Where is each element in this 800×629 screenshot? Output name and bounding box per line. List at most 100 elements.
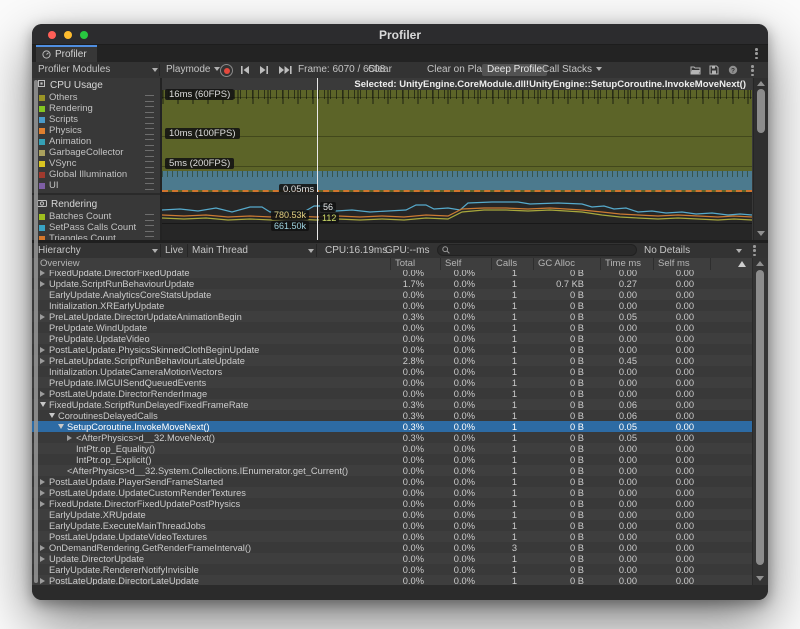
scroll-down-icon[interactable] [757, 231, 765, 236]
legend-item-batches-count[interactable]: Batches Count [32, 211, 160, 222]
deep-profile-toggle[interactable]: Deep Profile [482, 64, 547, 76]
playmode-dropdown[interactable]: Playmode [166, 64, 220, 76]
rendering-chart[interactable]: 56 112 780.53k 661.50k [162, 195, 752, 240]
expand-icon[interactable] [40, 314, 45, 320]
drag-handle-icon[interactable] [145, 117, 154, 124]
current-frame-button[interactable] [278, 65, 292, 75]
live-toggle[interactable]: Live [165, 244, 183, 257]
drag-handle-icon[interactable] [145, 161, 154, 168]
table-row[interactable]: PostLateUpdate.DirectorRenderImage0.0%0.… [32, 388, 752, 399]
scroll-up-icon[interactable] [757, 81, 765, 86]
expand-icon[interactable] [40, 490, 45, 496]
drag-handle-icon[interactable] [145, 214, 154, 221]
collapse-icon[interactable] [58, 424, 64, 429]
legend-item-triangles-count[interactable]: Triangles Count [32, 233, 160, 240]
expand-icon[interactable] [40, 556, 45, 562]
record-button[interactable] [220, 64, 233, 77]
title-bar[interactable]: Profiler [32, 24, 768, 45]
load-profile-button[interactable] [690, 65, 702, 75]
expand-icon[interactable] [40, 281, 45, 287]
expand-icon[interactable] [40, 479, 45, 485]
table-row[interactable]: SetupCoroutine.InvokeMoveNext()0.3%0.0%1… [32, 421, 752, 432]
table-row[interactable]: PreLateUpdate.ScriptRunBehaviourLateUpda… [32, 355, 752, 366]
table-row[interactable]: IntPtr.op_Equality()0.0%0.0%10 B0.000.00 [32, 443, 752, 454]
expand-icon[interactable] [40, 545, 45, 551]
clear-on-play-button[interactable]: Clear on Play [427, 64, 487, 76]
collapse-icon[interactable] [40, 402, 46, 407]
drag-handle-icon[interactable] [145, 128, 154, 135]
table-row[interactable]: EarlyUpdate.ExecuteMainThreadJobs0.0%0.0… [32, 520, 752, 531]
frame-cursor-line[interactable] [317, 195, 318, 240]
legend-item-global-illumination[interactable]: Global Illumination [32, 169, 160, 180]
table-row[interactable]: <AfterPhysics>d__32.System.Collections.I… [32, 465, 752, 476]
table-row[interactable]: PreUpdate.IMGUISendQueuedEvents0.0%0.0%1… [32, 377, 752, 388]
legend-item-animation[interactable]: Animation [32, 136, 160, 147]
table-row[interactable]: <AfterPhysics>d__32.MoveNext()0.3%0.0%10… [32, 432, 752, 443]
prev-frame-button[interactable] [240, 65, 250, 75]
expand-icon[interactable] [40, 358, 45, 364]
table-row[interactable]: PostLateUpdate.UpdateVideoTextures0.0%0.… [32, 531, 752, 542]
frame-cursor-line[interactable] [317, 78, 318, 192]
clear-button[interactable]: Clear [368, 64, 392, 76]
scroll-down-icon[interactable] [756, 576, 764, 581]
legend-item-garbagecollector[interactable]: GarbageCollector [32, 147, 160, 158]
drag-handle-icon[interactable] [145, 106, 154, 113]
save-profile-button[interactable] [709, 65, 719, 75]
tab-bar-menu-icon[interactable] [755, 48, 758, 59]
scrollbar-thumb[interactable] [756, 270, 764, 565]
column-calls[interactable]: Calls [491, 258, 533, 270]
table-row[interactable]: PostLateUpdate.PhysicsSkinnedClothBeginU… [32, 344, 752, 355]
table-row[interactable]: Update.ScriptRunBehaviourUpdate1.7%0.0%1… [32, 278, 752, 289]
toolbar-menu-icon[interactable] [751, 65, 754, 76]
cpu-usage-chart[interactable]: 16ms (60FPS) 10ms (100FPS) 5ms (200FPS) … [162, 78, 752, 192]
help-button[interactable]: ? [728, 65, 738, 75]
table-row[interactable]: PostLateUpdate.UpdateCustomRenderTexture… [32, 487, 752, 498]
details-dropdown[interactable]: No Details [644, 244, 690, 257]
table-row[interactable]: PostLateUpdate.PlayerSendFrameStarted0.0… [32, 476, 752, 487]
table-scrollbar[interactable] [752, 258, 768, 585]
table-row[interactable]: Update.DirectorUpdate0.0%0.0%10 B0.000.0… [32, 553, 752, 564]
call-stacks-dropdown[interactable]: Call Stacks [542, 64, 602, 76]
left-scrollbar[interactable] [34, 80, 38, 583]
column-overview[interactable]: Overview [32, 258, 390, 270]
scroll-up-icon[interactable] [756, 261, 764, 266]
table-row[interactable]: CoroutinesDelayedCalls0.3%0.0%10 B0.060.… [32, 410, 752, 421]
hierarchy-menu-icon[interactable] [753, 245, 756, 256]
module-header-rendering[interactable]: Rendering [32, 197, 160, 211]
drag-handle-icon[interactable] [145, 183, 154, 190]
table-row[interactable]: OnDemandRendering.GetRenderFrameInterval… [32, 542, 752, 553]
scrollbar-thumb[interactable] [757, 89, 765, 133]
next-frame-button[interactable] [259, 65, 269, 75]
table-row[interactable]: EarlyUpdate.AnalyticsCoreStatsUpdate0.0%… [32, 289, 752, 300]
column-self[interactable]: Self [440, 258, 491, 270]
table-row[interactable]: FixedUpdate.DirectorFixedUpdatePostPhysi… [32, 498, 752, 509]
table-row[interactable]: PostLateUpdate.DirectorLateUpdate0.0%0.0… [32, 575, 752, 585]
table-row[interactable]: EarlyUpdate.RendererNotifyInvisible0.0%0… [32, 564, 752, 575]
expand-icon[interactable] [40, 501, 45, 507]
table-row[interactable]: FixedUpdate.DirectorFixedUpdate0.0%0.0%1… [32, 270, 752, 278]
collapse-icon[interactable] [49, 413, 55, 418]
legend-item-physics[interactable]: Physics [32, 125, 160, 136]
search-input[interactable] [437, 244, 637, 256]
sort-ascending-icon[interactable] [738, 261, 746, 267]
chart-scrollbar[interactable] [753, 78, 768, 240]
drag-handle-icon[interactable] [145, 172, 154, 179]
drag-handle-icon[interactable] [145, 139, 154, 146]
column-gc-alloc[interactable]: GC Alloc [533, 258, 600, 270]
drag-handle-icon[interactable] [145, 95, 154, 102]
table-row[interactable]: Initialization.XREarlyUpdate0.0%0.0%10 B… [32, 300, 752, 311]
expand-icon[interactable] [40, 347, 45, 353]
legend-item-rendering[interactable]: Rendering [32, 103, 160, 114]
legend-item-others[interactable]: Others [32, 92, 160, 103]
column-total[interactable]: Total [390, 258, 440, 270]
legend-item-scripts[interactable]: Scripts [32, 114, 160, 125]
column-time-ms[interactable]: Time ms [600, 258, 653, 270]
table-row[interactable]: Initialization.UpdateCameraMotionVectors… [32, 366, 752, 377]
thread-dropdown[interactable]: Main Thread [192, 244, 248, 257]
table-row[interactable]: FixedUpdate.ScriptRunDelayedFixedFrameRa… [32, 399, 752, 410]
legend-item-ui[interactable]: UI [32, 180, 160, 191]
expand-icon[interactable] [40, 391, 45, 397]
expand-icon[interactable] [40, 270, 45, 276]
table-row[interactable]: PreLateUpdate.DirectorUpdateAnimationBeg… [32, 311, 752, 322]
tab-profiler[interactable]: Profiler [36, 45, 97, 62]
